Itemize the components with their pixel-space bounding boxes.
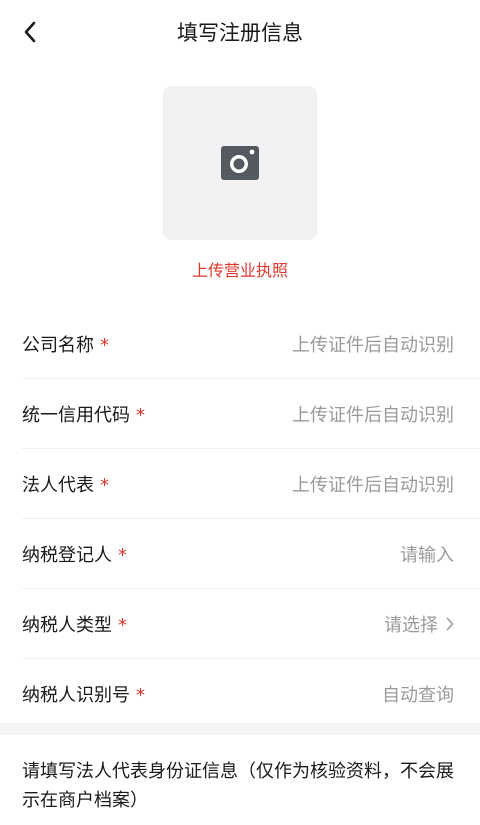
field-label: 法人代表 (22, 475, 94, 496)
company-name-input[interactable]: 上传证件后自动识别 (292, 331, 454, 357)
field-placeholder: 上传证件后自动识别 (292, 405, 454, 426)
legal-representative-input[interactable]: 上传证件后自动识别 (292, 471, 454, 497)
upload-license-label[interactable]: 上传营业执照 (0, 257, 480, 281)
section-divider (0, 723, 480, 735)
required-marker: * (100, 475, 109, 496)
field-credit-code[interactable]: 统一信用代码 * 上传证件后自动识别 (22, 379, 480, 449)
field-company-name[interactable]: 公司名称 * 上传证件后自动识别 (22, 309, 480, 379)
taxpayer-type-select[interactable]: 请选择 (384, 611, 454, 637)
field-placeholder: 上传证件后自动识别 (292, 335, 454, 356)
id-info-notice: 请填写法人代表身份证信息（仅作为核验资料，不会展示在商户档案） (22, 761, 454, 811)
field-placeholder: 请选择 (384, 615, 438, 636)
upload-license-box[interactable] (163, 86, 317, 240)
required-marker: * (100, 335, 109, 356)
chevron-right-icon (446, 617, 454, 631)
tax-registrant-input[interactable]: 请输入 (400, 541, 454, 567)
field-legal-representative[interactable]: 法人代表 * 上传证件后自动识别 (22, 449, 480, 519)
field-placeholder: 请输入 (400, 545, 454, 566)
required-marker: * (118, 545, 127, 566)
top-nav-bar: 填写注册信息 (0, 0, 480, 62)
page-title: 填写注册信息 (177, 21, 303, 45)
field-label: 统一信用代码 (22, 405, 130, 426)
required-marker: * (136, 685, 145, 706)
field-label: 纳税登记人 (22, 545, 112, 566)
registration-form: 公司名称 * 上传证件后自动识别 统一信用代码 * 上传证件后自动识别 法人代表 * … (0, 309, 480, 728)
field-taxpayer-type[interactable]: 纳税人类型 * 请选择 (22, 589, 480, 659)
field-label: 公司名称 (22, 335, 94, 356)
field-tax-registrant[interactable]: 纳税登记人 * 请输入 (22, 519, 480, 589)
field-label: 纳税人类型 (22, 615, 112, 636)
taxpayer-id-input[interactable]: 自动查询 (382, 681, 454, 707)
field-placeholder: 上传证件后自动识别 (292, 475, 454, 496)
required-marker: * (136, 405, 145, 426)
field-label: 纳税人识别号 (22, 685, 130, 706)
field-placeholder: 自动查询 (382, 685, 454, 706)
field-taxpayer-id[interactable]: 纳税人识别号 * 自动查询 (22, 659, 480, 728)
credit-code-input[interactable]: 上传证件后自动识别 (292, 401, 454, 427)
required-marker: * (118, 615, 127, 636)
camera-icon (221, 146, 259, 180)
